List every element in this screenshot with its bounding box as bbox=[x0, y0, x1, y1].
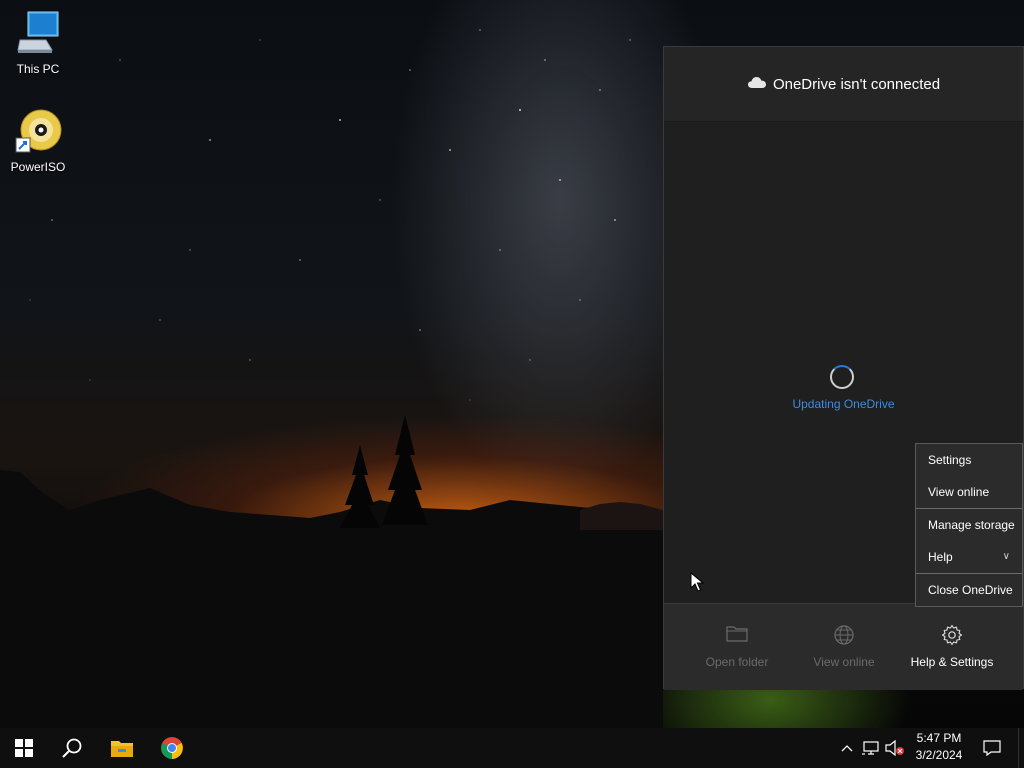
mouse-pointer-icon bbox=[690, 572, 704, 592]
menu-item-view-online[interactable]: View online bbox=[916, 476, 1022, 508]
loading-spinner-icon bbox=[830, 365, 854, 389]
status-text: Updating OneDrive bbox=[792, 397, 895, 411]
menu-item-close-onedrive[interactable]: Close OneDrive bbox=[916, 573, 1022, 606]
flyout-title-text: OneDrive isn't connected bbox=[772, 75, 941, 93]
volume-muted-icon bbox=[885, 740, 904, 756]
desktop-icon-label: This PC bbox=[16, 62, 60, 76]
help-settings-label: Help & Settings bbox=[910, 655, 994, 669]
start-button[interactable] bbox=[0, 728, 48, 768]
gear-icon bbox=[898, 624, 1006, 646]
network-icon bbox=[862, 741, 879, 755]
cloud-icon bbox=[747, 75, 767, 93]
network-button[interactable] bbox=[860, 728, 882, 768]
desktop-icon-poweriso[interactable]: PowerISO bbox=[0, 108, 76, 174]
open-folder-button[interactable]: Open folder bbox=[683, 604, 791, 690]
computer-icon bbox=[14, 10, 62, 58]
desktop-icon-label: PowerISO bbox=[10, 160, 66, 174]
open-folder-label: Open folder bbox=[705, 655, 769, 669]
clock-time: 5:47 PM bbox=[916, 731, 962, 745]
chevron-down-icon: ∨ bbox=[1002, 551, 1010, 562]
taskbar-clock[interactable]: 5:47 PM 3/2/2024 bbox=[904, 730, 974, 764]
clock-date: 3/2/2024 bbox=[915, 748, 963, 762]
windows-logo-icon bbox=[15, 739, 33, 757]
poweriso-disc-icon bbox=[14, 108, 62, 156]
view-online-label: View online bbox=[813, 655, 875, 669]
chrome-icon bbox=[161, 737, 183, 759]
menu-item-manage-storage[interactable]: Manage storage bbox=[916, 508, 1022, 541]
search-button[interactable] bbox=[48, 728, 96, 768]
desktop-icon-this-pc[interactable]: This PC bbox=[0, 10, 76, 76]
help-settings-menu: Settings View online Manage storage Help… bbox=[915, 443, 1023, 607]
file-explorer-icon bbox=[111, 741, 133, 757]
flyout-footer: Open folder View online Help & Settings bbox=[664, 603, 1023, 690]
show-hidden-icons-button[interactable] bbox=[838, 728, 856, 768]
folder-icon bbox=[683, 624, 791, 646]
chevron-up-icon bbox=[841, 745, 853, 752]
flyout-header: OneDrive isn't connected bbox=[664, 47, 1023, 122]
chrome-button[interactable] bbox=[148, 728, 196, 768]
action-center-button[interactable] bbox=[978, 728, 1006, 768]
show-desktop-button[interactable] bbox=[1018, 728, 1024, 768]
taskbar: 5:47 PM 3/2/2024 bbox=[0, 728, 1024, 768]
file-explorer-button[interactable] bbox=[98, 728, 146, 768]
menu-item-help-label: Help bbox=[928, 550, 953, 564]
flyout-title: OneDrive isn't connected bbox=[747, 75, 940, 93]
menu-item-help[interactable]: Help ∨ bbox=[916, 541, 1022, 573]
search-icon bbox=[62, 738, 82, 758]
volume-button[interactable] bbox=[884, 728, 906, 768]
menu-item-settings[interactable]: Settings bbox=[916, 444, 1022, 476]
globe-icon bbox=[790, 624, 898, 646]
notification-icon bbox=[983, 740, 1001, 756]
help-settings-button[interactable]: Help & Settings bbox=[898, 604, 1006, 690]
view-online-button[interactable]: View online bbox=[790, 604, 898, 690]
